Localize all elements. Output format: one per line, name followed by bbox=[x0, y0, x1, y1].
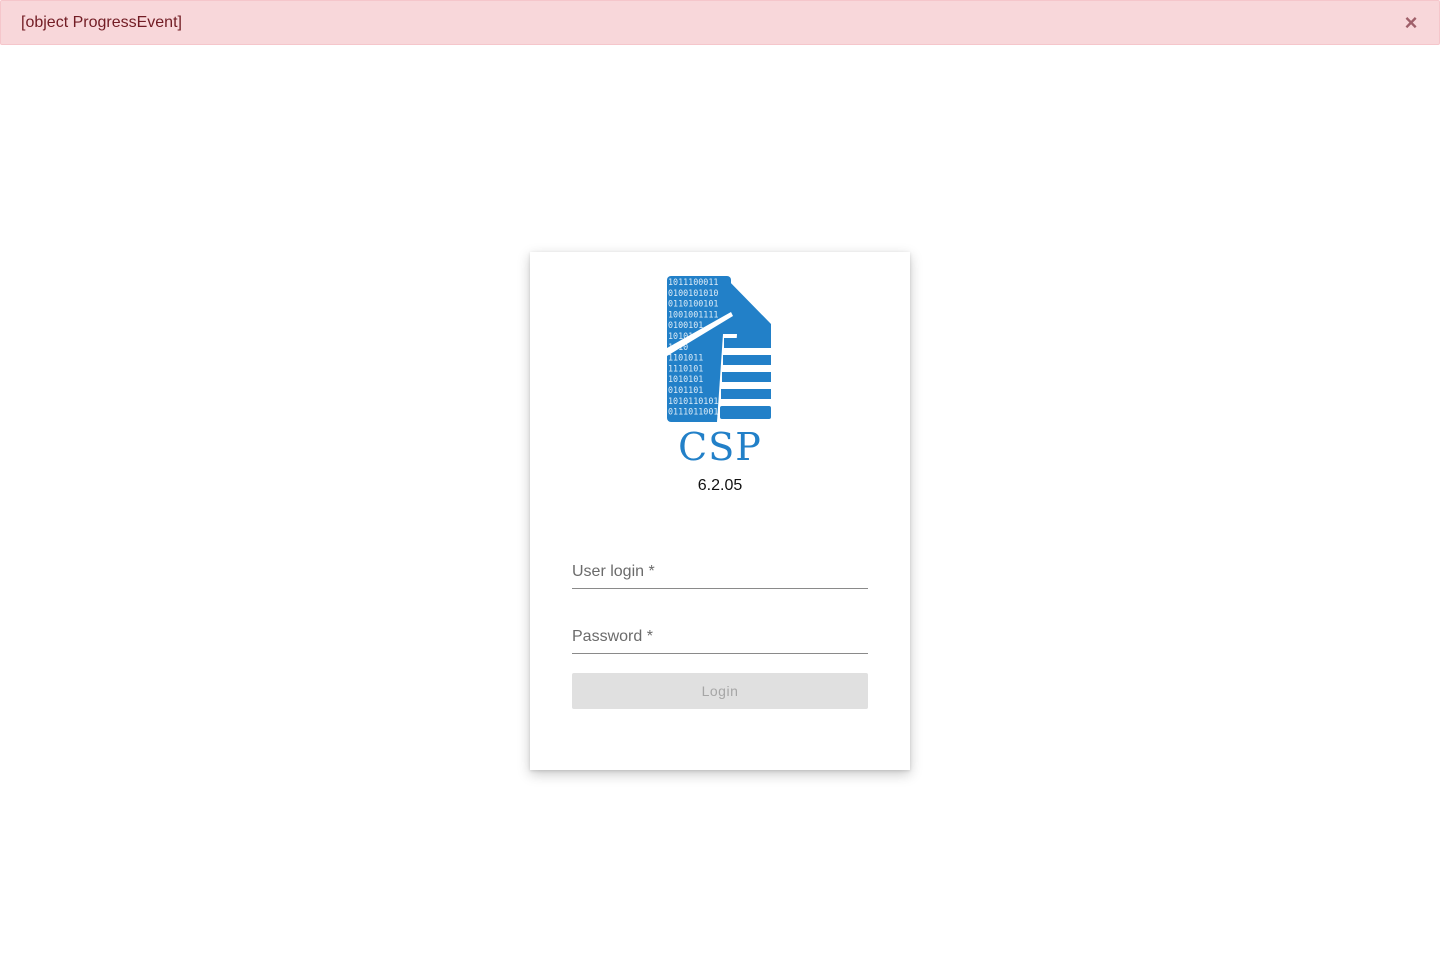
password-input[interactable] bbox=[572, 619, 872, 655]
close-icon[interactable]: × bbox=[1401, 11, 1421, 35]
error-alert: [object ProgressEvent] × bbox=[0, 0, 1440, 45]
user-login-input[interactable] bbox=[572, 554, 872, 590]
app-logo-text: CSP bbox=[678, 425, 762, 469]
alert-message: [object ProgressEvent] bbox=[21, 14, 182, 31]
binary-row: 0111011001 bbox=[668, 407, 718, 417]
document-binary-icon: 1011100011010010101001101001011001001111… bbox=[667, 276, 771, 422]
binary-row: 0100101 bbox=[668, 320, 703, 330]
binary-row: 1010110101 bbox=[668, 396, 718, 406]
binary-row: 1010101 bbox=[668, 374, 703, 384]
binary-row: 0100101010 bbox=[668, 288, 718, 298]
login-card: 1011100011 0100101010 0110100101 1001001111… bbox=[530, 252, 910, 770]
app-version: 6.2.05 bbox=[697, 477, 743, 494]
binary-row: 1101011 bbox=[668, 353, 703, 363]
user-login-field[interactable]: User login * bbox=[572, 554, 872, 590]
binary-row: 1001001111 bbox=[668, 309, 718, 319]
password-field[interactable]: Password * bbox=[572, 619, 872, 655]
binary-row: 0110100101 bbox=[668, 299, 718, 309]
login-button[interactable]: Login bbox=[572, 673, 868, 709]
binary-row: 0101101 bbox=[668, 385, 703, 395]
binary-row: 1011100011 bbox=[668, 277, 718, 287]
binary-row: 1110101 bbox=[668, 363, 703, 373]
